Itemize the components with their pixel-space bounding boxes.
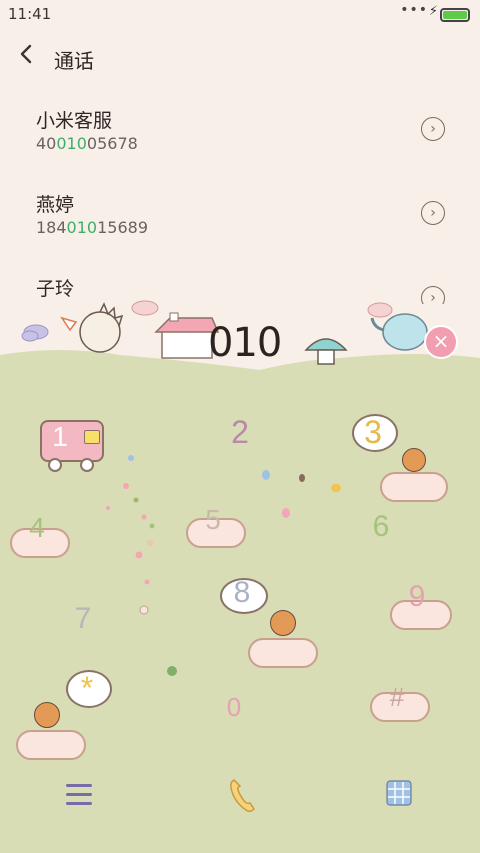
more-dots-icon: •••: [400, 2, 428, 18]
key-3[interactable]: 3: [350, 412, 450, 506]
back-button[interactable]: [16, 42, 42, 72]
contact-row[interactable]: 子玲 ›: [0, 262, 480, 304]
key-7[interactable]: 7: [68, 602, 98, 638]
phone-icon: [230, 779, 255, 813]
key-8[interactable]: 8: [220, 576, 320, 670]
contact-number: 4001005678: [36, 134, 138, 153]
keypad-icon: [386, 780, 412, 806]
contact-row[interactable]: 小米客服 4001005678 ›: [0, 94, 480, 174]
contact-name: 子玲: [36, 278, 75, 300]
key-6[interactable]: 6: [366, 510, 396, 546]
dialed-number: 010: [208, 320, 282, 366]
contact-name: 小米客服: [36, 110, 113, 132]
hedgehog-illustration: [60, 302, 124, 353]
contact-number: 18401015689: [36, 218, 148, 237]
keypad-toggle-button[interactable]: [386, 780, 412, 806]
key-hash[interactable]: #: [368, 682, 430, 724]
charging-icon: ⚡: [428, 4, 438, 19]
contact-row[interactable]: 燕婷 18401015689 ›: [0, 178, 480, 258]
key-4[interactable]: 4: [10, 512, 70, 560]
close-icon: ×: [432, 329, 450, 353]
contact-results-list: 小米客服 4001005678 › 燕婷 18401015689 › 子玲 ›: [0, 94, 480, 304]
call-button[interactable]: [226, 776, 256, 816]
status-time: 11:41: [8, 5, 52, 23]
key-0[interactable]: 0: [222, 692, 246, 722]
delete-button[interactable]: ×: [424, 325, 458, 359]
key-star[interactable]: *: [12, 668, 112, 764]
header: 通话: [0, 36, 480, 80]
elephant-illustration: [370, 313, 428, 351]
menu-button[interactable]: [66, 784, 92, 806]
menu-icon: [66, 784, 92, 805]
key-2[interactable]: 2: [222, 414, 258, 454]
dialer-bottom-bar: [0, 760, 480, 830]
key-1[interactable]: 1: [38, 418, 104, 472]
page-title: 通话: [54, 49, 94, 73]
contact-name: 燕婷: [36, 194, 75, 216]
chevron-right-icon[interactable]: ›: [421, 201, 445, 225]
chevron-left-icon: [20, 44, 32, 64]
status-bar: 11:41 ••• ⚡: [0, 0, 480, 28]
chevron-right-icon[interactable]: ›: [421, 117, 445, 141]
key-5[interactable]: 5: [186, 504, 246, 552]
battery-icon: [440, 8, 470, 22]
key-9[interactable]: 9: [388, 580, 452, 632]
